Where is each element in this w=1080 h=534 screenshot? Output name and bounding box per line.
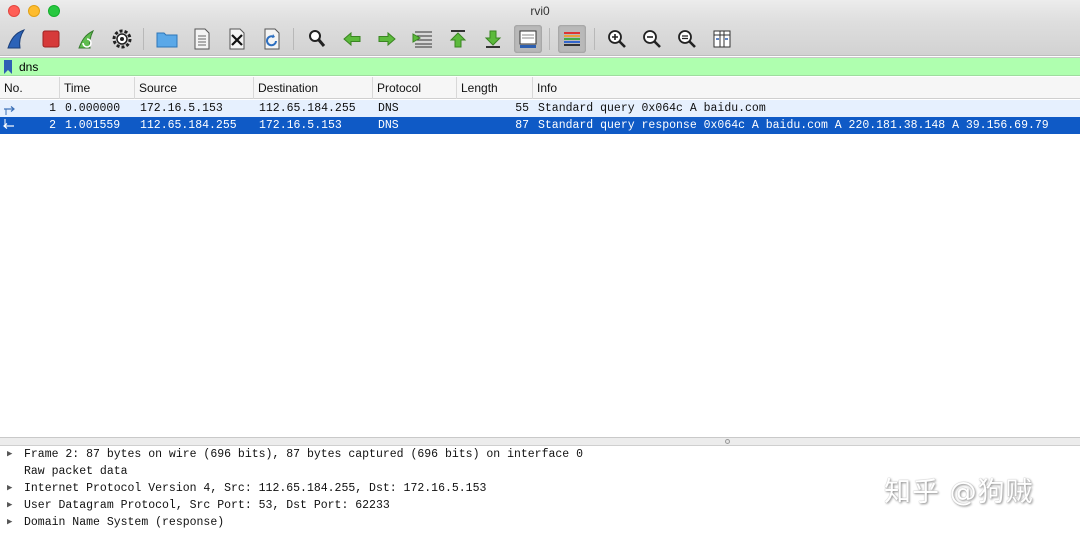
zoom-in-button[interactable]	[603, 25, 631, 53]
magnifier-icon	[309, 30, 326, 47]
column-header-no[interactable]: No.	[0, 77, 60, 99]
arrow-down-bar-icon	[484, 30, 502, 48]
start-capture-button[interactable]	[3, 25, 31, 53]
reload-file-button[interactable]	[258, 25, 286, 53]
find-packet-button[interactable]	[303, 25, 331, 53]
packet-source: 172.16.5.153	[140, 102, 223, 115]
stop-capture-button[interactable]	[37, 25, 65, 53]
detail-text: User Datagram Protocol, Src Port: 53, Ds…	[24, 499, 390, 512]
packet-source: 112.65.184.255	[140, 119, 237, 132]
bookmark-icon[interactable]	[3, 60, 13, 74]
detail-row-dns[interactable]: ▶ Domain Name System (response)	[0, 514, 1080, 531]
zoom-reset-icon	[678, 30, 696, 48]
packet-length: 87	[515, 119, 529, 132]
detail-row-frame[interactable]: ▶ Frame 2: 87 bytes on wire (696 bits), …	[0, 446, 1080, 463]
go-first-button[interactable]	[444, 25, 472, 53]
packet-no: 1	[49, 102, 56, 115]
resize-columns-icon	[713, 30, 731, 48]
zoom-out-icon	[643, 30, 661, 48]
arrow-right-icon	[378, 31, 396, 47]
colorize-button[interactable]	[558, 25, 586, 53]
go-to-packet-button[interactable]	[409, 25, 437, 53]
packet-time: 0.000000	[65, 102, 121, 115]
toolbar-separator	[143, 28, 144, 50]
arrow-up-bar-icon	[449, 30, 467, 48]
detail-text: Domain Name System (response)	[24, 516, 225, 529]
splitter-handle-icon[interactable]	[725, 439, 730, 444]
packet-row-selected[interactable]: 2 1.001559 112.65.184.255 172.16.5.153 D…	[0, 117, 1080, 134]
packet-length: 55	[515, 102, 529, 115]
shark-fin-icon	[7, 29, 26, 49]
packet-info: Standard query 0x064c A baidu.com	[538, 102, 766, 115]
detail-text: Internet Protocol Version 4, Src: 112.65…	[24, 482, 487, 495]
toolbar-separator	[293, 28, 294, 50]
go-back-button[interactable]	[338, 25, 366, 53]
column-header-protocol[interactable]: Protocol	[373, 77, 457, 99]
expand-triangle-icon[interactable]: ▶	[7, 514, 17, 531]
packet-no: 2	[49, 119, 56, 132]
packet-protocol: DNS	[378, 102, 399, 115]
detail-text: Frame 2: 87 bytes on wire (696 bits), 87…	[24, 448, 583, 461]
packet-list: No. Time Source Destination Protocol Len…	[0, 77, 1080, 438]
packet-list-header: No. Time Source Destination Protocol Len…	[0, 77, 1080, 99]
column-header-length[interactable]: Length	[457, 77, 533, 99]
close-file-icon	[229, 28, 245, 50]
go-last-button[interactable]	[479, 25, 507, 53]
auto-scroll-button[interactable]	[514, 25, 542, 53]
toolbar-separator	[549, 28, 550, 50]
packet-destination: 112.65.184.255	[259, 102, 356, 115]
stop-square-icon	[42, 30, 60, 48]
packet-row[interactable]: 1 0.000000 172.16.5.153 112.65.184.255 D…	[0, 100, 1080, 117]
expand-triangle-icon[interactable]: ▶	[7, 497, 17, 514]
auto-scroll-icon	[519, 30, 537, 48]
main-toolbar	[0, 22, 1080, 56]
normal-size-button[interactable]	[673, 25, 701, 53]
go-forward-button[interactable]	[373, 25, 401, 53]
window-title: rvi0	[530, 4, 550, 18]
folder-icon	[156, 32, 178, 48]
toolbar-separator	[594, 28, 595, 50]
packet-time: 1.001559	[65, 119, 121, 132]
colorize-lines-icon	[564, 32, 580, 46]
display-filter-bar	[0, 57, 1080, 76]
display-filter-input[interactable]	[19, 59, 1074, 75]
zoom-in-icon	[608, 30, 626, 48]
reload-file-icon	[264, 28, 280, 50]
expand-triangle-icon[interactable]: ▶	[7, 480, 17, 497]
packet-info: Standard query response 0x064c A baidu.c…	[538, 119, 1049, 132]
binary-file-icon	[194, 28, 210, 50]
gear-icon	[112, 29, 132, 49]
packet-protocol: DNS	[378, 119, 399, 132]
column-header-source[interactable]: Source	[135, 77, 254, 99]
arrow-left-icon	[343, 31, 361, 47]
column-header-time[interactable]: Time	[60, 77, 135, 99]
pane-splitter[interactable]	[0, 438, 1080, 446]
column-header-destination[interactable]: Destination	[254, 77, 373, 99]
watermark: 知乎 @狗贼	[884, 477, 1034, 508]
packet-destination: 172.16.5.153	[259, 119, 342, 132]
save-file-button[interactable]	[188, 25, 216, 53]
column-header-info[interactable]: Info	[533, 77, 1080, 99]
close-file-button[interactable]	[223, 25, 251, 53]
restart-fin-icon	[78, 29, 95, 49]
detail-text: Raw packet data	[24, 465, 128, 478]
jump-to-packet-icon	[412, 31, 432, 48]
zoom-out-button[interactable]	[638, 25, 666, 53]
title-bar: rvi0	[0, 0, 1080, 22]
restart-capture-button[interactable]	[73, 25, 101, 53]
resize-columns-button[interactable]	[708, 25, 736, 53]
expand-triangle-icon[interactable]: ▶	[7, 446, 17, 463]
capture-options-button[interactable]	[108, 25, 136, 53]
open-file-button[interactable]	[153, 25, 181, 53]
